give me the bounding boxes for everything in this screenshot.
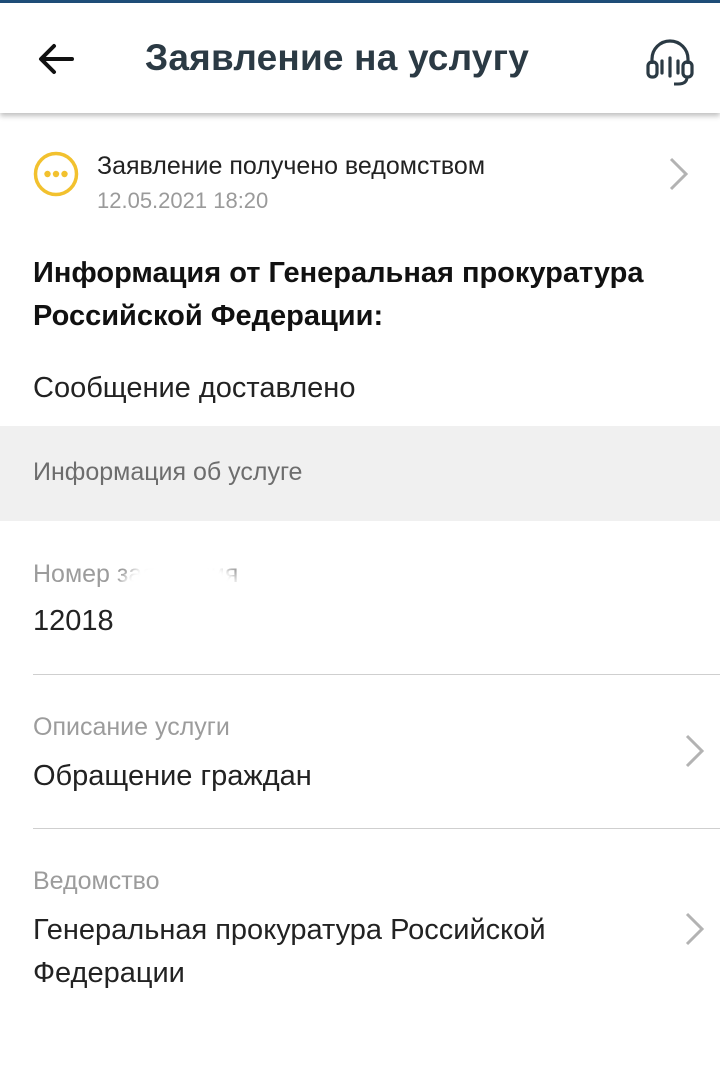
chevron-right-icon [685,912,705,946]
service-description-row[interactable]: Описание услуги Обращение граждан [0,675,720,828]
field-value: Обращение граждан [33,760,312,792]
headset-icon [646,39,694,86]
field-label: Ведомство [33,867,160,895]
application-number-field: Номер заявления 12018 [0,522,720,674]
section-header: Информация об услуге [0,426,720,521]
chevron-right-icon [685,734,705,768]
section-title: Информация об услуге [33,458,303,486]
status-date: 12.05.2021 18:20 [97,188,269,213]
app-bar: Заявление на услугу [0,3,720,113]
more-dots-icon [33,151,79,197]
field-value: Генеральная прокуратура Российской Федер… [33,914,546,989]
page-title: Заявление на услугу [145,37,529,78]
arrow-left-icon [39,44,74,74]
back-button[interactable] [28,31,84,87]
application-status-row[interactable]: Заявление получено ведомством 12.05.2021… [0,130,720,220]
support-button[interactable] [640,31,700,91]
info-message: Сообщение доставлено [33,372,356,404]
redaction-mask [118,558,243,658]
field-label: Описание услуги [33,713,230,741]
agency-row[interactable]: Ведомство Генеральная прокуратура Россий… [0,829,720,1019]
status-title: Заявление получено ведомством [97,152,486,180]
chevron-right-icon [669,157,689,191]
info-heading: Информация от Генеральная прокуратура Ро… [33,257,644,332]
